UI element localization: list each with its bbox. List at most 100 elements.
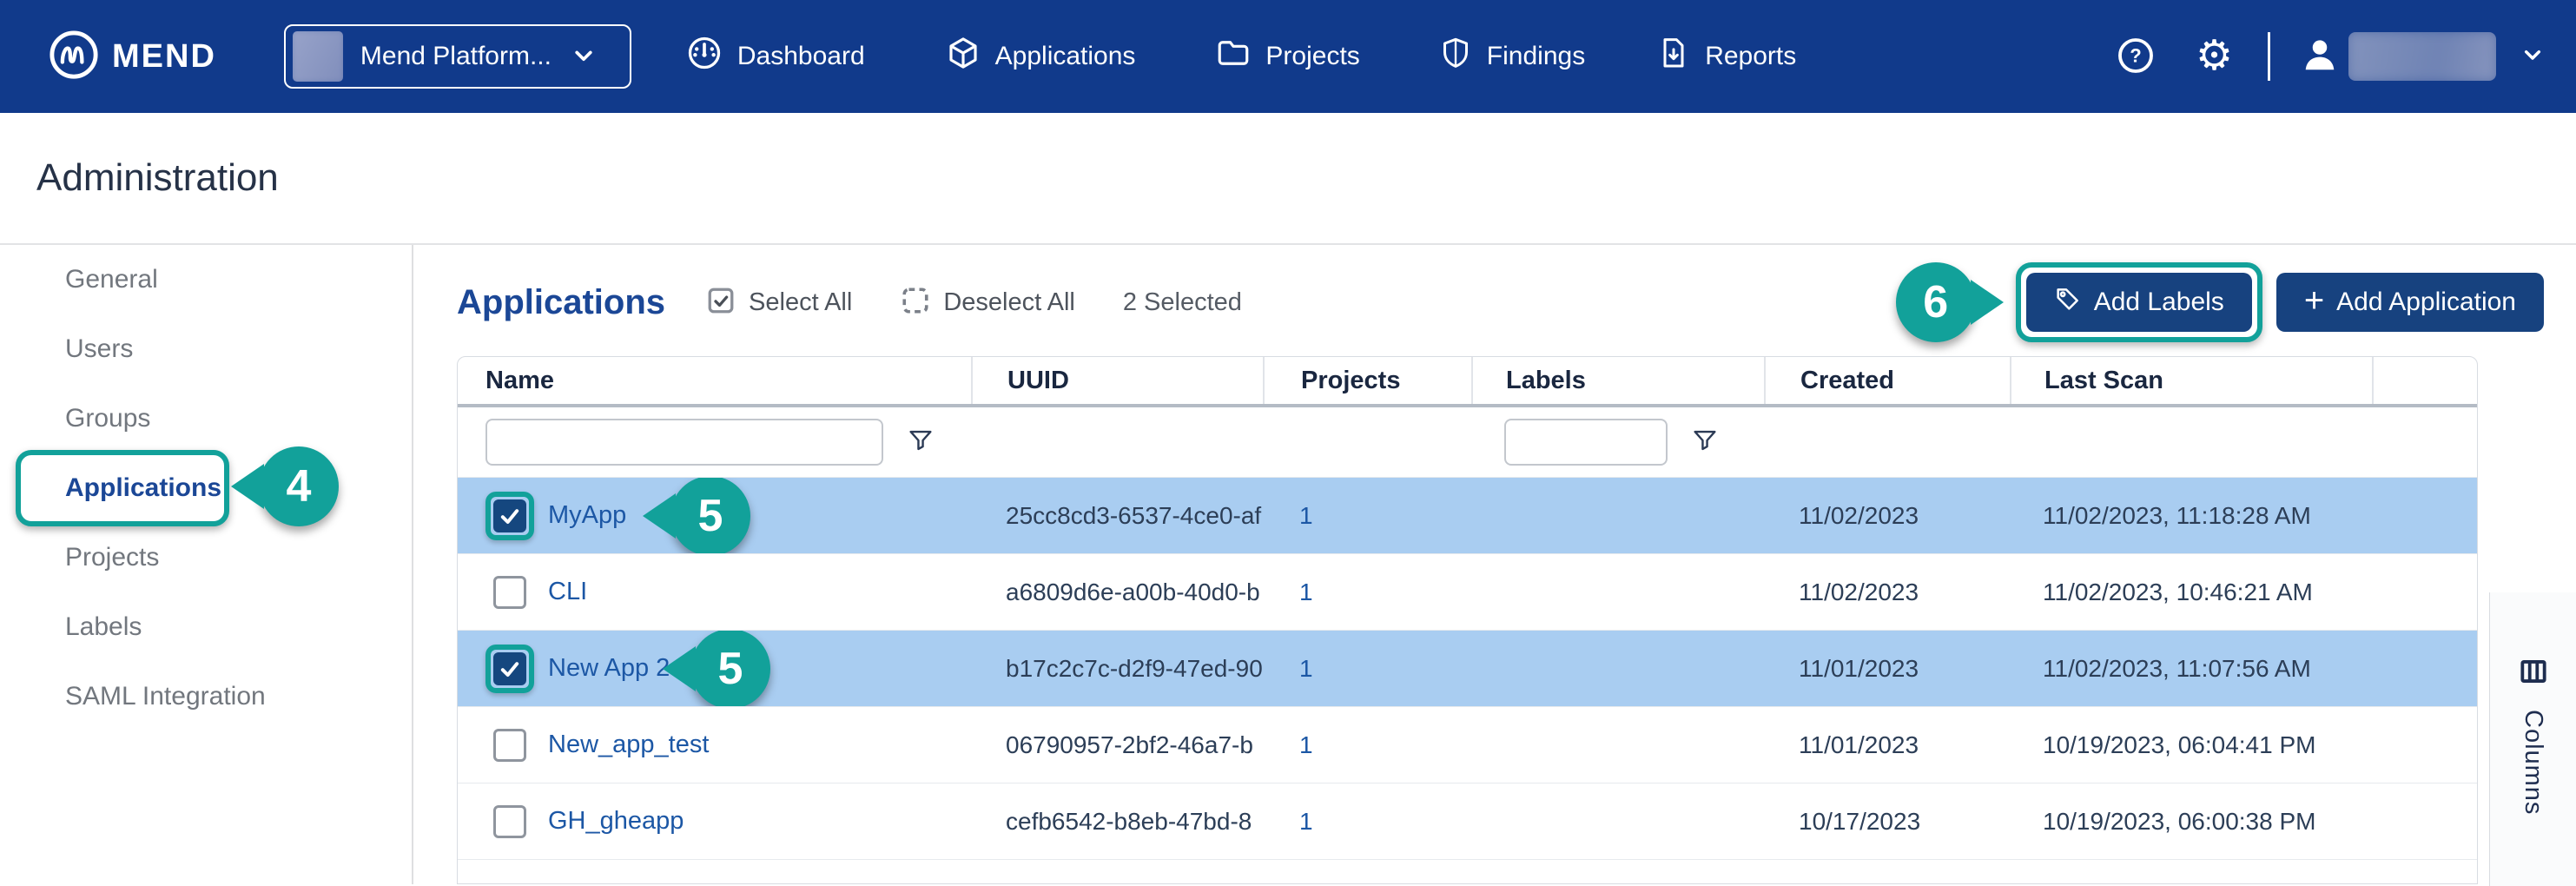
nav-item-label: Findings — [1487, 42, 1585, 71]
table-row[interactable]: GH_gheapp cefb6542-b8eb-47bd-8 1 10/17/2… — [458, 783, 2477, 859]
page-header: Administration — [0, 113, 2576, 245]
columns-panel-tab[interactable]: Columns — [2489, 592, 2576, 886]
column-header-empty — [2372, 357, 2474, 404]
nav-item-label: Projects — [1265, 42, 1359, 71]
check-icon — [498, 504, 522, 528]
mend-logo-icon — [48, 29, 100, 85]
sidebar-item-groups[interactable]: Groups — [0, 384, 412, 453]
sidebar-item-saml-integration[interactable]: SAML Integration — [0, 662, 412, 731]
sidebar-item-projects[interactable]: Projects — [0, 523, 412, 592]
step-highlight-box: Add Labels — [2016, 262, 2262, 342]
sidebar-item-applications[interactable]: Applications 4 — [0, 453, 412, 523]
created-cell: 10/17/2023 — [1764, 808, 2010, 836]
annotation-step-5: 5 — [690, 631, 770, 706]
app-name-link[interactable]: New App 2 — [548, 654, 670, 683]
deselect-all-icon — [900, 285, 931, 321]
table-row[interactable]: MyApp 5 25cc8cd3-6537-4ce0-af 1 11/02/20… — [458, 477, 2477, 553]
page-title: Administration — [36, 156, 279, 200]
navbar-right-group: ? ⚙ — [2116, 32, 2546, 81]
last-scan-cell: 11/02/2023, 11:18:28 AM — [2010, 502, 2372, 530]
filter-funnel-icon[interactable] — [906, 426, 935, 460]
app-name-link[interactable]: CLI — [548, 578, 587, 606]
selected-count: 2 Selected — [1123, 288, 1242, 317]
gear-icon: ⚙ — [2196, 36, 2233, 77]
toolbar-actions: 6 Add Labels — [1896, 262, 2544, 342]
column-header-created[interactable]: Created — [1764, 357, 2010, 404]
column-header-labels[interactable]: Labels — [1471, 357, 1764, 404]
applications-table: Name UUID Projects Labels Created Last S… — [457, 356, 2478, 884]
column-header-last-scan[interactable]: Last Scan — [2010, 357, 2372, 404]
org-selector-dropdown[interactable]: Mend Platform... — [284, 24, 631, 89]
annotation-step-6: 6 — [1896, 262, 1976, 342]
sidebar-item-users[interactable]: Users — [0, 314, 412, 384]
column-header-uuid[interactable]: UUID — [971, 357, 1263, 404]
last-scan-cell: 10/19/2023, 06:00:38 PM — [2010, 808, 2372, 836]
applications-toolbar: Applications Select All — [457, 259, 2576, 346]
projects-cell: 1 — [1263, 579, 1471, 606]
projects-count-link[interactable]: 1 — [1299, 731, 1313, 759]
nav-item-applications[interactable]: Applications — [945, 35, 1136, 78]
org-avatar — [293, 31, 343, 82]
add-labels-button[interactable]: Add Labels — [2026, 273, 2252, 332]
projects-count-link[interactable]: 1 — [1299, 502, 1313, 530]
user-menu[interactable] — [2300, 32, 2546, 81]
mend-logo-text: MEND — [112, 38, 216, 76]
settings-button[interactable]: ⚙ — [2196, 36, 2233, 77]
add-application-button[interactable]: + Add Application — [2276, 273, 2544, 332]
nav-item-findings[interactable]: Findings — [1438, 35, 1585, 78]
help-button[interactable]: ? — [2116, 36, 2156, 78]
main-panel: Applications Select All — [413, 245, 2576, 884]
filter-funnel-icon[interactable] — [1690, 426, 1720, 460]
cube-icon — [945, 35, 981, 78]
nav-item-dashboard[interactable]: Dashboard — [685, 34, 865, 79]
uuid-cell: b17c2c7c-d2f9-47ed-90 — [971, 655, 1263, 683]
table-row[interactable]: New App 2 5 b17c2c7c-d2f9-47ed-90 1 11/0… — [458, 630, 2477, 706]
table-row[interactable]: CLI a6809d6e-a00b-40d0-b 1 11/02/2023 11… — [458, 553, 2477, 630]
sidebar-item-general[interactable]: General — [0, 245, 412, 314]
content-area: General Users Groups Applications 4 Proj… — [0, 245, 2576, 884]
sidebar-item-labels[interactable]: Labels — [0, 592, 412, 662]
projects-cell: 1 — [1263, 502, 1471, 530]
table-header-row: Name UUID Projects Labels Created Last S… — [458, 357, 2477, 404]
projects-count-link[interactable]: 1 — [1299, 808, 1313, 836]
table-filter-row — [458, 407, 2477, 477]
app-name-link[interactable]: GH_gheapp — [548, 807, 684, 836]
nav-item-projects[interactable]: Projects — [1215, 35, 1359, 78]
row-checkbox[interactable] — [493, 729, 526, 762]
help-icon: ? — [2116, 36, 2156, 78]
uuid-cell: 25cc8cd3-6537-4ce0-af — [971, 502, 1263, 530]
app-name-link[interactable]: New_app_test — [548, 731, 709, 759]
labels-filter-input[interactable] — [1504, 419, 1668, 466]
last-scan-cell: 11/02/2023, 10:46:21 AM — [2010, 579, 2372, 606]
created-cell: 11/01/2023 — [1764, 655, 2010, 683]
uuid-cell: a6809d6e-a00b-40d0-b — [971, 579, 1263, 606]
created-cell: 11/02/2023 — [1764, 502, 2010, 530]
created-cell: 11/01/2023 — [1764, 731, 2010, 759]
row-checkbox[interactable] — [493, 576, 526, 609]
tag-icon — [2054, 285, 2082, 320]
column-header-name[interactable]: Name — [458, 357, 971, 404]
table-row[interactable]: New_app_test 06790957-2bf2-46a7-b 1 11/0… — [458, 706, 2477, 783]
column-header-projects[interactable]: Projects — [1263, 357, 1471, 404]
deselect-all-button[interactable]: Deselect All — [900, 285, 1075, 321]
labels-filter-cell — [1471, 419, 1764, 466]
name-filter-input[interactable] — [485, 419, 883, 466]
row-checkbox[interactable] — [493, 805, 526, 838]
annotation-step-4: 4 — [259, 446, 339, 526]
checkbox-highlight-ring — [485, 492, 534, 540]
dashboard-icon — [685, 34, 723, 79]
select-all-button[interactable]: Select All — [705, 285, 852, 321]
projects-count-link[interactable]: 1 — [1299, 579, 1313, 606]
uuid-cell: cefb6542-b8eb-47bd-8 — [971, 808, 1263, 836]
app-name-link[interactable]: MyApp — [548, 501, 626, 530]
row-checkbox[interactable] — [493, 499, 526, 532]
columns-icon — [2517, 655, 2550, 692]
shield-icon — [1438, 35, 1473, 78]
last-scan-cell: 10/19/2023, 06:04:41 PM — [2010, 731, 2372, 759]
nav-item-reports[interactable]: Reports — [1656, 35, 1796, 78]
projects-count-link[interactable]: 1 — [1299, 655, 1313, 683]
plus-icon: + — [2304, 283, 2324, 318]
navbar-divider — [2268, 32, 2270, 81]
mend-admin-page: MEND Mend Platform... Dashboard — [0, 0, 2576, 886]
row-checkbox[interactable] — [493, 652, 526, 685]
